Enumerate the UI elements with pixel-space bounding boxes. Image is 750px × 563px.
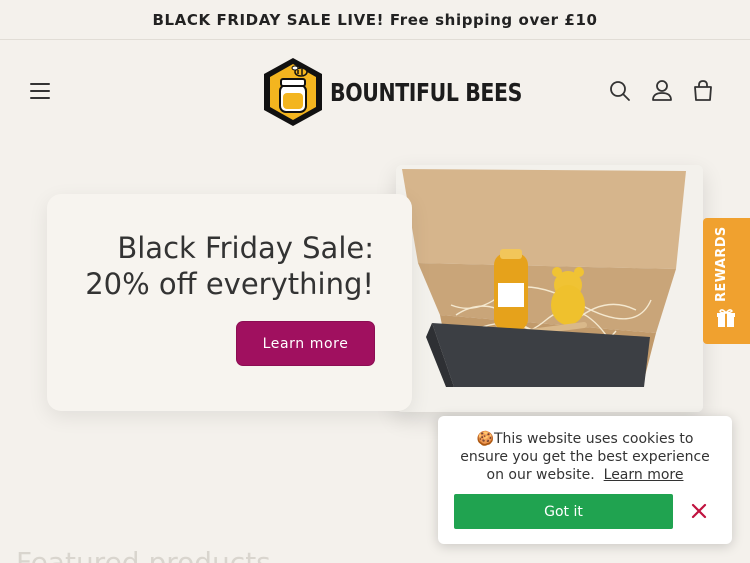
cart-icon[interactable]: [690, 78, 716, 104]
gift-icon: [717, 309, 735, 327]
hero-title: Black Friday Sale: 20% off everything!: [54, 230, 374, 302]
hero-product-image: [396, 165, 703, 412]
logo-text: BOUNTIFUL BEES: [330, 77, 522, 107]
cookie-learn-more-link[interactable]: Learn more: [604, 467, 684, 483]
announcement-text: BLACK FRIDAY SALE LIVE! Free shipping ov…: [152, 10, 598, 29]
hero-title-line-2: 20% off everything!: [85, 267, 374, 301]
hero-banner: Black Friday Sale: 20% off everything! L…: [47, 194, 412, 411]
search-icon[interactable]: [607, 78, 633, 104]
hero-title-line-1: Black Friday Sale:: [117, 231, 374, 265]
site-header: BOUNTIFUL BEES: [0, 40, 750, 142]
learn-more-button[interactable]: Learn more: [237, 322, 374, 365]
rewards-label: REWARDS: [714, 226, 729, 302]
featured-products-heading: Featured products: [16, 546, 271, 563]
logo[interactable]: BOUNTIFUL BEES: [260, 54, 522, 130]
cookie-banner: 🍪This website uses cookies to ensure you…: [438, 416, 732, 544]
close-icon[interactable]: [688, 500, 710, 522]
rewards-launcher[interactable]: REWARDS: [703, 218, 750, 344]
cookie-message: 🍪This website uses cookies to ensure you…: [454, 430, 716, 484]
announcement-bar: BLACK FRIDAY SALE LIVE! Free shipping ov…: [0, 0, 750, 40]
account-icon[interactable]: [649, 78, 675, 104]
cookie-icon: 🍪: [476, 431, 494, 447]
menu-icon[interactable]: [26, 78, 54, 104]
cookie-accept-button[interactable]: Got it: [454, 494, 673, 529]
bee-jar-logo-icon: [264, 58, 322, 126]
